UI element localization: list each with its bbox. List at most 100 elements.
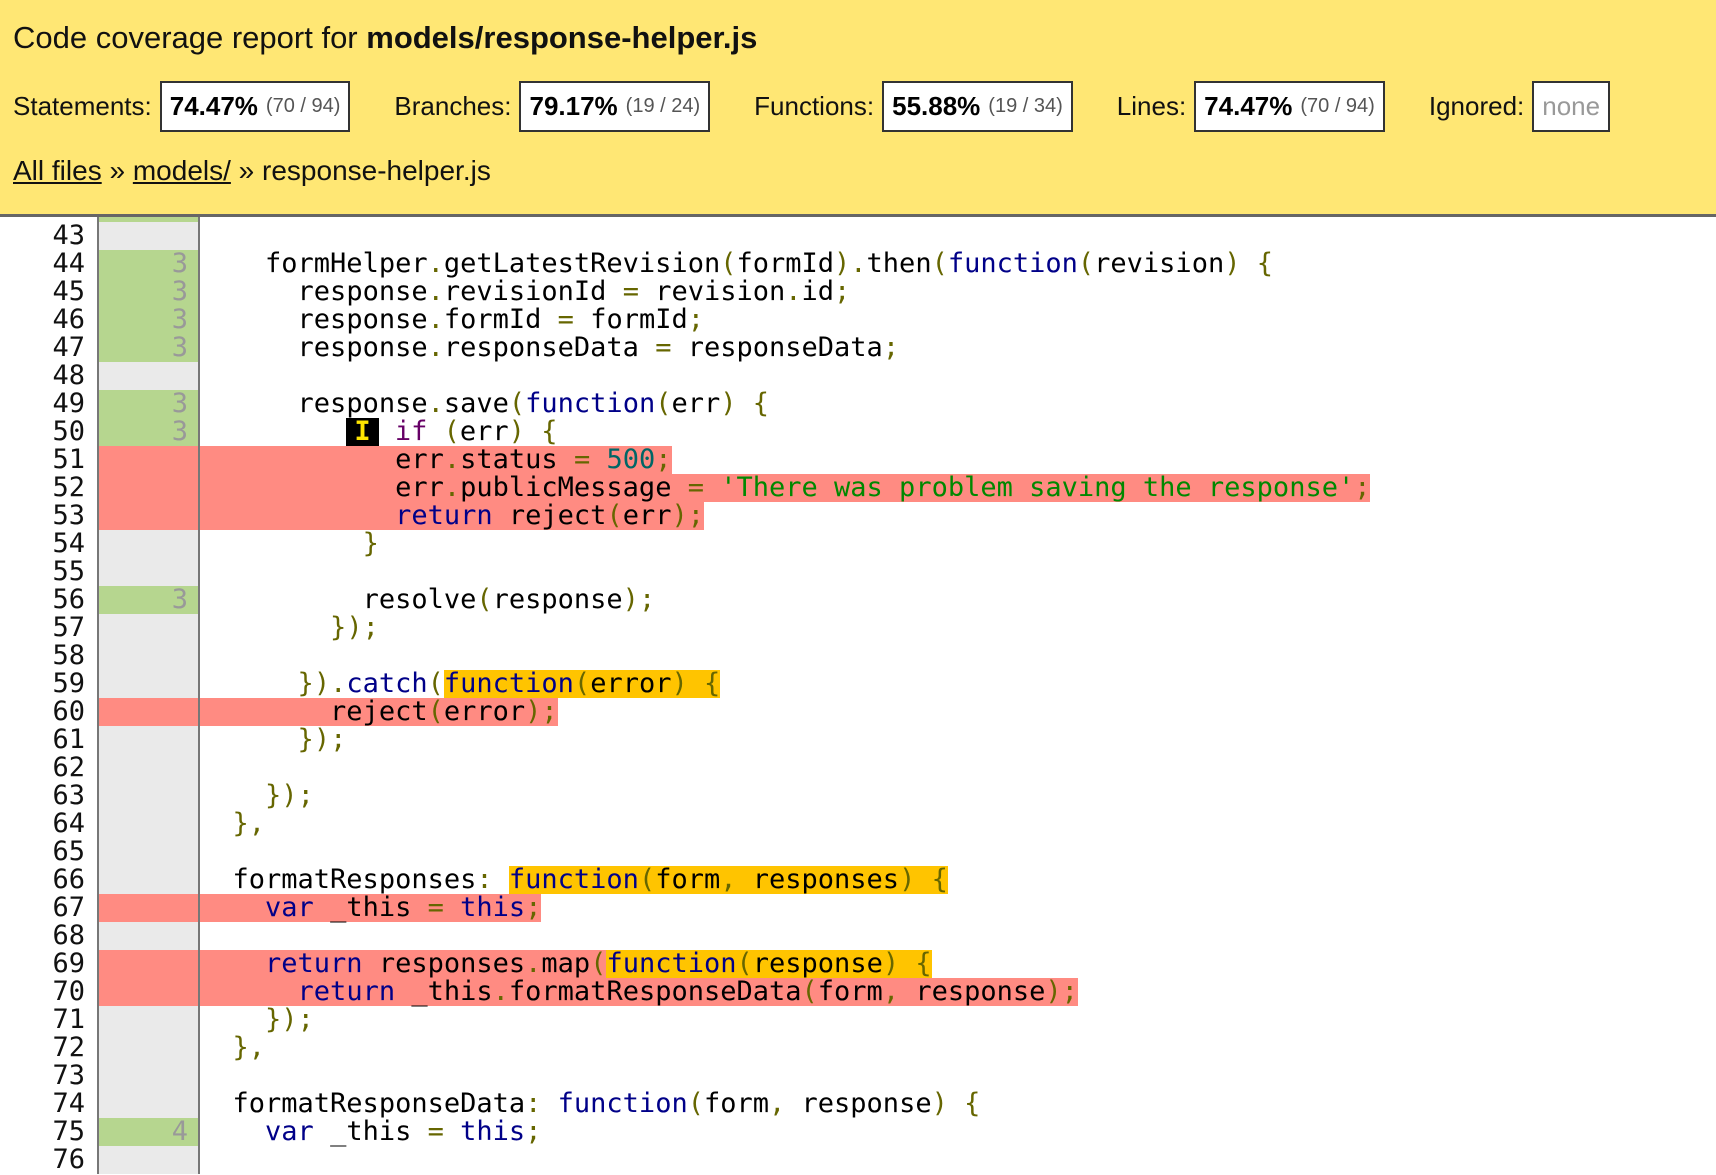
stat-percent: 74.47% bbox=[169, 91, 258, 121]
stat-box: 79.17% (19 / 24) bbox=[519, 81, 711, 132]
line-number[interactable]: 44 bbox=[0, 250, 85, 278]
line-number[interactable]: 75 bbox=[0, 1118, 85, 1146]
stat-label: Lines: bbox=[1116, 91, 1187, 121]
line-number[interactable]: 43 bbox=[0, 222, 85, 250]
hit-count: 3 bbox=[97, 278, 200, 306]
line-number[interactable]: 74 bbox=[0, 1090, 85, 1118]
line-number[interactable]: 76 bbox=[0, 1146, 85, 1174]
line-number[interactable]: 50 bbox=[0, 418, 85, 446]
hit-count bbox=[97, 642, 200, 670]
code-line: 58 bbox=[0, 642, 1716, 670]
code-segment: }, bbox=[232, 808, 266, 839]
hit-count: 3 bbox=[97, 250, 200, 278]
hit-count bbox=[97, 474, 200, 502]
code-line: 61 }); bbox=[0, 726, 1716, 754]
code-segment: if (err) { bbox=[394, 416, 558, 447]
line-number[interactable]: 61 bbox=[0, 726, 85, 754]
line-number[interactable]: 53 bbox=[0, 502, 85, 530]
page-title: Code coverage report for models/response… bbox=[13, 20, 757, 56]
line-source: } bbox=[200, 530, 379, 558]
uncovered-function: function(error) { bbox=[443, 668, 721, 699]
line-source: }, bbox=[200, 1032, 266, 1063]
code-segment: response.responseData = responseData; bbox=[297, 332, 900, 363]
line-source: }); bbox=[200, 1006, 314, 1034]
line-number[interactable]: 59 bbox=[0, 670, 85, 698]
hit-count bbox=[97, 502, 200, 530]
line-number[interactable]: 52 bbox=[0, 474, 85, 502]
line-number[interactable]: 65 bbox=[0, 838, 85, 866]
code-segment: formHelper.getLatestRevision(formId).the… bbox=[265, 248, 1273, 279]
hit-count bbox=[97, 446, 200, 474]
line-number[interactable]: 45 bbox=[0, 278, 85, 306]
breadcrumb-separator: » bbox=[101, 155, 133, 186]
line-source: err.publicMessage = 'There was problem s… bbox=[200, 474, 1371, 502]
code-line: 49 3 response.save(function(err) { bbox=[0, 390, 1716, 418]
hit-count bbox=[97, 614, 200, 642]
hit-count bbox=[97, 782, 200, 810]
line-number[interactable]: 63 bbox=[0, 782, 85, 810]
code-line: 47 3 response.responseData = responseData… bbox=[0, 334, 1716, 362]
uncovered-function: function(response) { bbox=[606, 948, 932, 979]
code-line: 76 bbox=[0, 1146, 1716, 1174]
code-segment: }, bbox=[232, 1032, 266, 1063]
line-source: var _this = this; bbox=[200, 1118, 541, 1146]
stat-fraction: (19 / 24) bbox=[625, 95, 701, 117]
code-segment: var _this = this; bbox=[265, 1116, 542, 1147]
line-number[interactable]: 47 bbox=[0, 334, 85, 362]
line-number[interactable]: 51 bbox=[0, 446, 85, 474]
hit-count: 3 bbox=[97, 334, 200, 362]
line-number[interactable]: 54 bbox=[0, 530, 85, 558]
breadcrumb-models-link[interactable]: models/ bbox=[133, 155, 231, 186]
line-source: err.status = 500; bbox=[200, 446, 672, 474]
line-source: return responses.map(function(response) … bbox=[200, 950, 932, 978]
breadcrumb-current-file: response-helper.js bbox=[262, 155, 491, 186]
line-number[interactable]: 71 bbox=[0, 1006, 85, 1034]
stat-fraction: (70 / 94) bbox=[265, 95, 341, 117]
stat-percent: 74.47% bbox=[1204, 91, 1293, 121]
breadcrumb-all-files-link[interactable]: All files bbox=[13, 155, 102, 186]
line-source: formatResponses: function(form, response… bbox=[200, 866, 948, 894]
line-source: resolve(response); bbox=[200, 586, 656, 614]
uncovered-statement: return _this.formatResponseData(form, re… bbox=[200, 978, 1078, 1006]
line-number[interactable]: 49 bbox=[0, 390, 85, 418]
line-number[interactable]: 69 bbox=[0, 950, 85, 978]
stat-ignored: Ignored: none bbox=[1429, 81, 1611, 132]
line-source: response.save(function(err) { bbox=[200, 390, 770, 418]
line-number[interactable]: 57 bbox=[0, 614, 85, 642]
stat-functions: Functions: 55.88% (19 / 34) bbox=[754, 81, 1073, 132]
code-line: 72 }, bbox=[0, 1034, 1716, 1062]
title-prefix: Code coverage report for bbox=[13, 20, 367, 55]
line-source: formatResponseData: function(form, respo… bbox=[200, 1090, 981, 1118]
line-number[interactable]: 70 bbox=[0, 978, 85, 1006]
line-number[interactable]: 58 bbox=[0, 642, 85, 670]
line-number[interactable]: 55 bbox=[0, 558, 85, 586]
code-segment: } bbox=[362, 528, 379, 559]
code-segment: }).catch( bbox=[297, 668, 444, 699]
line-number[interactable]: 67 bbox=[0, 894, 85, 922]
stat-fraction: (70 / 94) bbox=[1300, 95, 1375, 117]
uncovered-function: function(form, responses) { bbox=[508, 864, 948, 895]
line-number[interactable]: 72 bbox=[0, 1034, 85, 1062]
hit-count bbox=[97, 726, 200, 754]
report-header: Code coverage report for models/response… bbox=[0, 0, 1716, 217]
stat-box: 74.47% (70 / 94) bbox=[1194, 81, 1385, 132]
line-number[interactable]: 56 bbox=[0, 586, 85, 614]
stat-label: Statements: bbox=[13, 91, 152, 121]
line-number[interactable]: 73 bbox=[0, 1062, 85, 1090]
line-number[interactable]: 68 bbox=[0, 922, 85, 950]
line-number[interactable]: 62 bbox=[0, 754, 85, 782]
code-line: 50 3 I if (err) { bbox=[0, 418, 1716, 446]
line-number[interactable]: 48 bbox=[0, 362, 85, 390]
hit-count bbox=[97, 978, 200, 1006]
code-line: 65 bbox=[0, 838, 1716, 866]
line-number[interactable]: 60 bbox=[0, 698, 85, 726]
line-number[interactable]: 64 bbox=[0, 810, 85, 838]
line-number[interactable]: 46 bbox=[0, 306, 85, 334]
line-source: }, bbox=[200, 808, 266, 839]
hit-count bbox=[97, 894, 200, 922]
hit-count: 3 bbox=[97, 418, 200, 446]
code-line: 52 err.publicMessage = 'There was proble… bbox=[0, 474, 1716, 502]
hit-count bbox=[97, 950, 200, 978]
line-number[interactable]: 66 bbox=[0, 866, 85, 894]
hit-count bbox=[97, 1062, 200, 1090]
